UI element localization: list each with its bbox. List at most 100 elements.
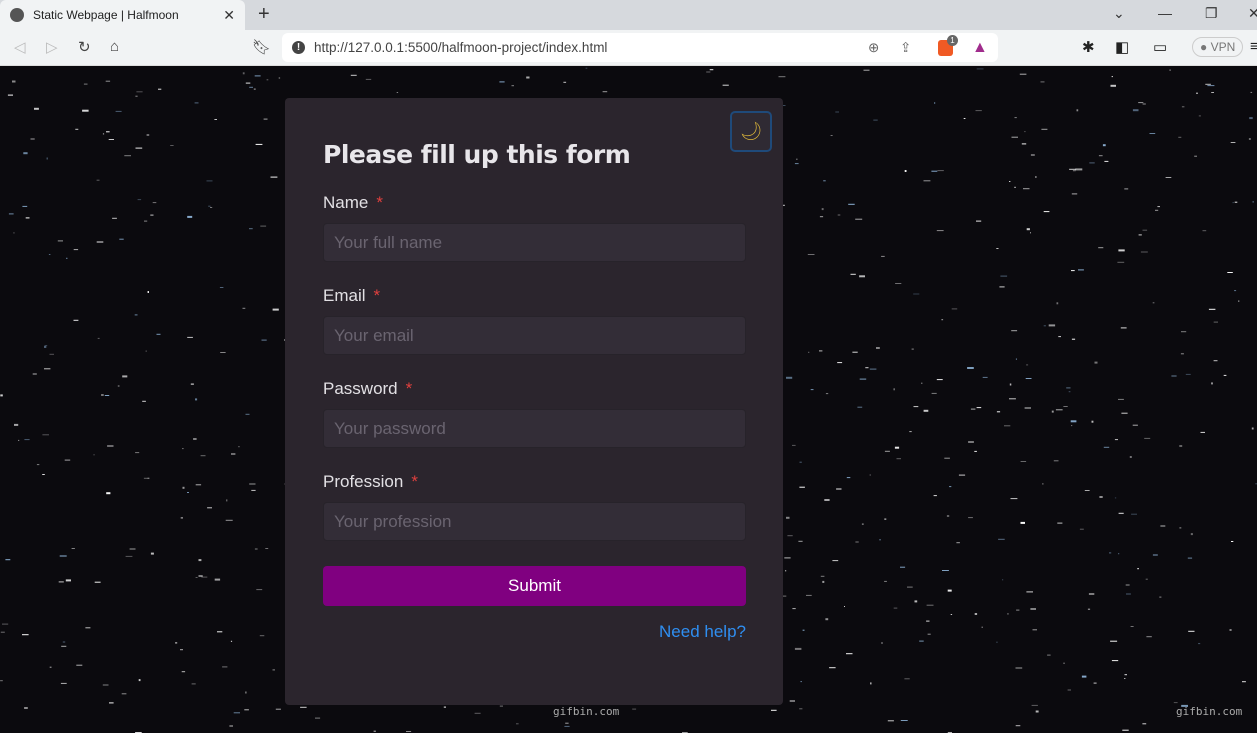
star (585, 67, 588, 69)
star (963, 118, 966, 119)
star (2, 623, 9, 625)
star (884, 580, 887, 582)
star (934, 102, 936, 104)
star (1213, 321, 1218, 323)
star (49, 666, 52, 668)
star (1248, 138, 1251, 140)
extensions-icon[interactable]: ✱ (1082, 38, 1095, 56)
star (1185, 373, 1191, 375)
home-icon[interactable]: ⌂ (110, 38, 119, 55)
star (396, 92, 399, 93)
star (1063, 406, 1068, 407)
star (1041, 128, 1048, 130)
star (1121, 412, 1128, 414)
star (373, 730, 376, 732)
password-input[interactable] (323, 409, 746, 448)
star (230, 640, 233, 642)
star (44, 346, 47, 348)
info-icon[interactable]: ! (292, 41, 305, 54)
star (936, 230, 944, 232)
star (266, 79, 269, 81)
star (863, 69, 870, 71)
star (1205, 83, 1211, 85)
star (238, 446, 240, 448)
star (1071, 193, 1078, 195)
moon-icon[interactable]: 🌙︎ (730, 111, 772, 152)
star (147, 291, 149, 293)
watermark: gifbin.com (553, 705, 620, 718)
star (1063, 662, 1065, 664)
star (256, 589, 263, 591)
brave-rewards-icon[interactable]: ▲ (972, 39, 988, 57)
star (24, 707, 28, 709)
close-tab-icon[interactable]: ✕ (223, 7, 235, 24)
star (270, 176, 278, 178)
star (272, 308, 279, 311)
star (102, 133, 105, 135)
tab-search-icon[interactable]: ⌄ (1113, 5, 1125, 22)
star (1118, 249, 1125, 252)
star (967, 367, 974, 369)
star (974, 613, 978, 615)
reload-icon[interactable]: ↻ (78, 38, 91, 56)
watermark: gifbin.com (1176, 705, 1243, 718)
star (931, 392, 937, 394)
star (1142, 723, 1147, 725)
star (1014, 186, 1016, 188)
form-title: Please fill up this form (323, 140, 631, 169)
star (1117, 261, 1125, 263)
star (76, 664, 83, 666)
star (7, 94, 13, 96)
star (156, 333, 161, 335)
back-icon[interactable]: ◁ (14, 38, 26, 56)
bookmark-icon[interactable]: 🔖︎ (252, 38, 271, 56)
star (799, 486, 805, 488)
menu-icon[interactable]: ≡ (1250, 38, 1257, 55)
sidebar-icon[interactable]: ◧ (1115, 38, 1129, 56)
star (1009, 398, 1016, 400)
star (956, 542, 960, 544)
star (210, 207, 213, 208)
star (947, 589, 952, 592)
star (1132, 424, 1138, 426)
star (787, 535, 793, 537)
new-tab-button[interactable]: + (258, 3, 270, 26)
minimize-button[interactable]: — (1158, 5, 1172, 21)
star (48, 254, 51, 255)
profession-input[interactable] (323, 502, 746, 541)
star (1053, 460, 1059, 462)
restore-button[interactable]: ❐ (1205, 5, 1218, 22)
vpn-label: VPN (1210, 40, 1236, 54)
wallet-icon[interactable]: ▭ (1153, 38, 1167, 56)
browser-tab[interactable]: Static Webpage | Halfmoon ✕ (0, 0, 245, 30)
submit-button[interactable]: Submit (323, 566, 746, 606)
zoom-icon[interactable]: ⊕ (868, 40, 879, 56)
star (1249, 117, 1253, 120)
forward-icon[interactable]: ▷ (46, 38, 58, 56)
star (900, 720, 908, 721)
star (1072, 170, 1076, 172)
email-input[interactable] (323, 316, 746, 355)
star (1137, 568, 1139, 570)
star (1069, 168, 1077, 170)
star (1066, 387, 1071, 389)
star (187, 492, 189, 493)
star (195, 577, 198, 578)
star (1111, 660, 1119, 662)
toolbar: ◁ ▷ ↻ ⌂ 🔖︎ ! http://127.0.0.1:5500/halfm… (0, 30, 1257, 66)
star (722, 84, 729, 86)
star (1144, 437, 1151, 439)
name-field: Name * (323, 193, 746, 262)
star (106, 131, 110, 133)
close-window-button[interactable]: ✕ (1248, 5, 1257, 22)
name-input[interactable] (323, 223, 746, 262)
share-icon[interactable]: ⇪ (900, 40, 911, 56)
star (57, 240, 63, 242)
star (1211, 382, 1213, 385)
vpn-button[interactable]: ● VPN (1192, 37, 1244, 57)
address-bar[interactable]: ! http://127.0.0.1:5500/halfmoon-project… (282, 33, 998, 62)
need-help-link[interactable]: Need help? (323, 622, 746, 642)
star (879, 539, 881, 541)
star (1093, 682, 1097, 684)
star (511, 85, 514, 87)
